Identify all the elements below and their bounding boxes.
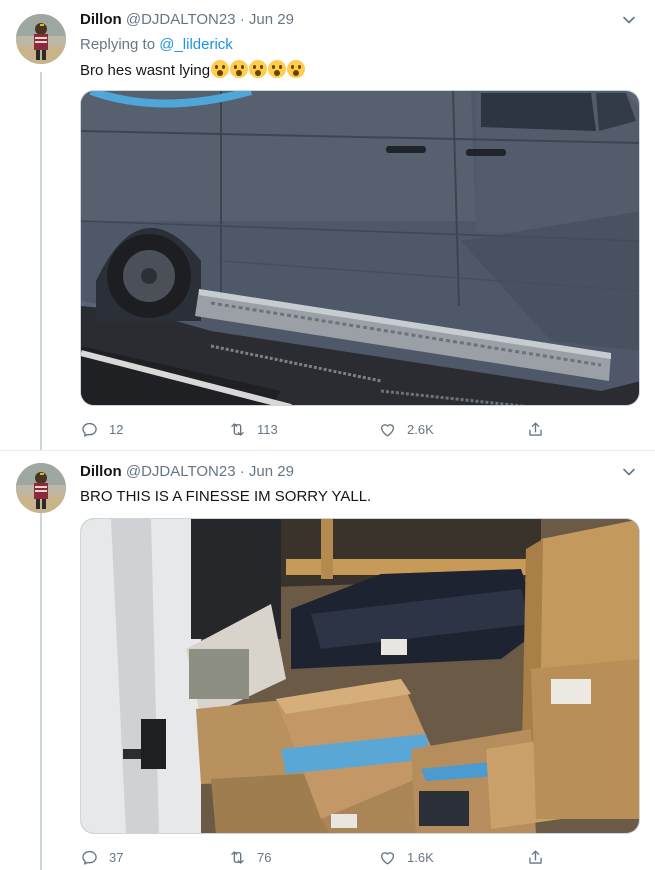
tweet-header: Dillon @DJDALTON23 · Jun 29 (80, 462, 294, 482)
retweet-button[interactable]: 113 (228, 418, 278, 440)
retweet-icon (231, 850, 244, 864)
tweet-text-body: Bro hes wasnt lying (80, 62, 211, 79)
heart-icon (380, 851, 395, 865)
reply-button[interactable]: 37 (80, 846, 123, 868)
heart-icon (380, 423, 395, 437)
share-icon (529, 849, 542, 864)
thread-line (40, 72, 42, 450)
separator: · (239, 463, 245, 480)
tweet-actions: 12 113 2.6K (80, 418, 550, 440)
tweet-text: Bro hes wasnt lying (80, 60, 306, 81)
share-button[interactable] (526, 846, 555, 868)
scream-emoji-icon (268, 60, 287, 78)
like-count: 1.6K (407, 849, 434, 865)
scream-emoji-icon (249, 60, 268, 78)
tweet-2[interactable]: Dillon @DJDALTON23 · Jun 29 BRO THIS IS … (0, 450, 655, 870)
retweet-count: 76 (257, 849, 272, 865)
tweet-date[interactable]: Jun 29 (249, 463, 294, 480)
tweet-image-van[interactable] (80, 90, 640, 406)
avatar[interactable] (16, 463, 66, 513)
tweet-image-packages[interactable] (80, 518, 640, 834)
reply-count: 12 (109, 421, 124, 437)
scream-emoji-icon (211, 60, 230, 78)
tweet-text-body: BRO THIS IS A FINESSE IM SORRY YALL. (80, 488, 372, 505)
share-button[interactable] (526, 418, 555, 440)
reply-icon (82, 422, 97, 437)
author-handle[interactable]: @DJDALTON23 (126, 11, 236, 28)
packages-photo-icon (81, 519, 639, 833)
retweet-count: 113 (257, 421, 278, 437)
tweet-date[interactable]: Jun 29 (249, 11, 294, 28)
author-name[interactable]: Dillon (80, 463, 122, 480)
chevron-down-icon[interactable] (621, 12, 637, 28)
tweet-1[interactable]: Dillon @DJDALTON23 · Jun 29 Replying to … (0, 0, 655, 450)
replying-to: Replying to @_lilderick (80, 35, 233, 55)
author-handle[interactable]: @DJDALTON23 (126, 463, 236, 480)
thread-line (40, 511, 42, 870)
reply-button[interactable]: 12 (80, 418, 123, 440)
replying-to-label: Replying to (80, 36, 160, 53)
scream-emoji-icon (230, 60, 249, 78)
van-photo-icon (81, 91, 639, 405)
tweet-actions: 37 76 1.6K (80, 846, 550, 868)
share-icon (529, 421, 542, 436)
like-count: 2.6K (407, 421, 434, 437)
replying-to-mention[interactable]: @_lilderick (159, 36, 233, 53)
separator: · (239, 11, 245, 28)
reply-icon (82, 850, 97, 865)
scream-emoji-icon (287, 60, 306, 78)
like-button[interactable]: 2.6K (378, 418, 434, 440)
reply-count: 37 (109, 849, 124, 865)
like-button[interactable]: 1.6K (378, 846, 434, 868)
retweet-button[interactable]: 76 (228, 846, 271, 868)
author-name[interactable]: Dillon (80, 11, 122, 28)
chevron-down-icon[interactable] (621, 464, 637, 480)
retweet-icon (231, 422, 244, 436)
tweet-text: BRO THIS IS A FINESSE IM SORRY YALL. (80, 487, 371, 507)
avatar[interactable] (16, 14, 66, 64)
tweet-header: Dillon @DJDALTON23 · Jun 29 (80, 10, 294, 30)
